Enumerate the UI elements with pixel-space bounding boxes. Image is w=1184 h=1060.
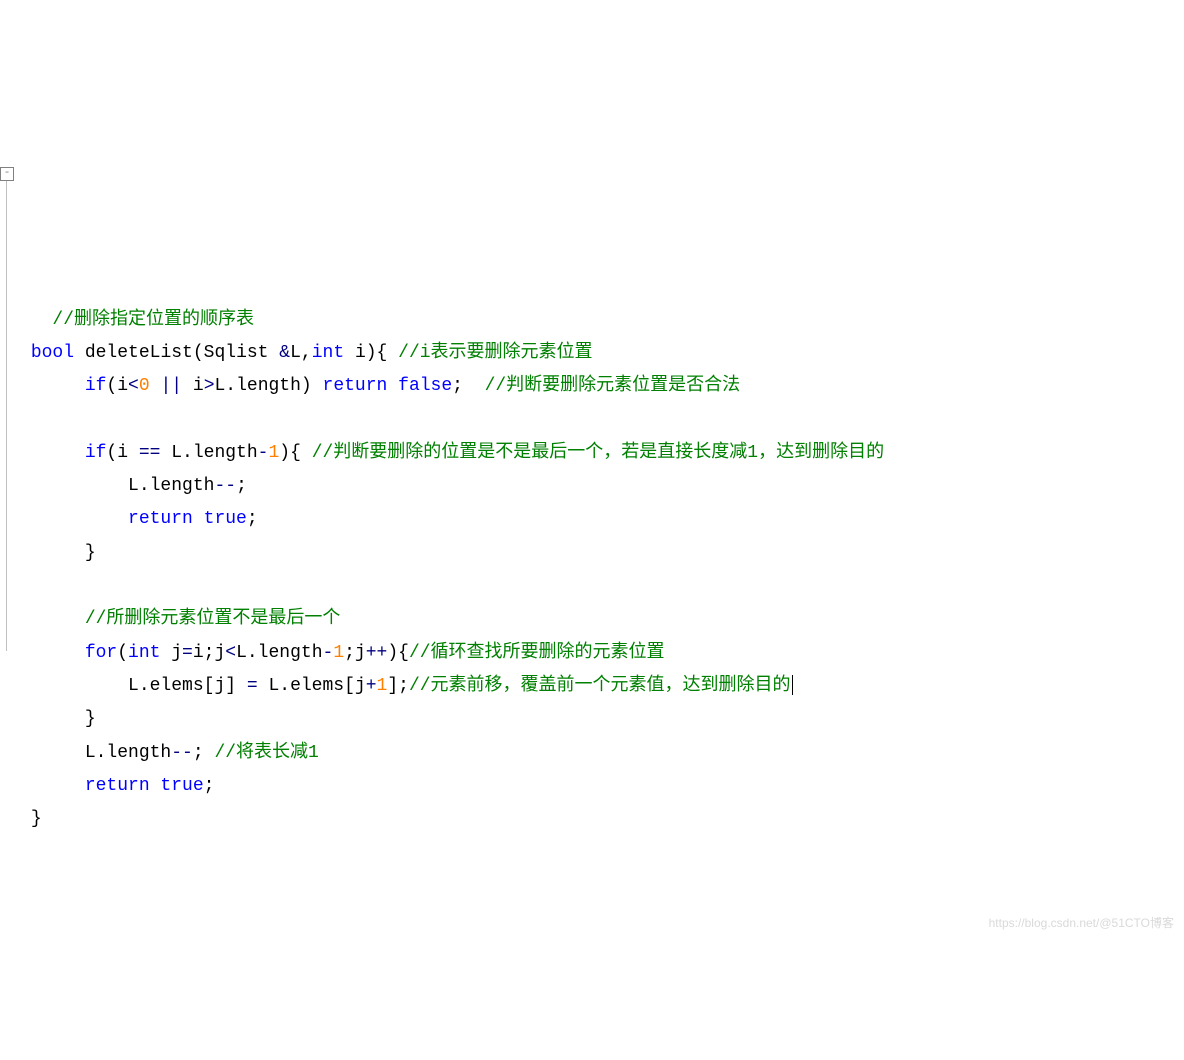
comment: //i表示要删除元素位置 [398, 343, 592, 363]
keyword-return: return [128, 509, 193, 529]
comment: //删除指定位置的顺序表 [52, 310, 254, 330]
keyword-if: if [85, 376, 107, 396]
comment: //将表长减1 [214, 743, 318, 763]
function-name: deleteList [74, 343, 193, 363]
comment: //判断要删除的位置是不是最后一个，若是直接长度减1，达到删除目的 [312, 443, 884, 463]
keyword-return: return [85, 776, 150, 796]
code-content: //删除指定位置的顺序表 bool deleteList(Sqlist &L,i… [20, 304, 1184, 837]
keyword-if: if [85, 443, 107, 463]
text-cursor [792, 675, 793, 695]
keyword-return: return [323, 376, 388, 396]
fold-toggle-icon[interactable]: - [0, 167, 14, 181]
comment: //判断要删除元素位置是否合法 [485, 376, 741, 396]
keyword-for: for [85, 643, 117, 663]
comment: //元素前移，覆盖前一个元素值，达到删除目的 [409, 676, 791, 696]
watermark-text: https://blog.csdn.net/@51CTO博客 [989, 912, 1174, 934]
fold-guide-line [6, 181, 7, 651]
code-editor-view: - //删除指定位置的顺序表 bool deleteList(Sqlist &L… [0, 133, 1184, 940]
keyword-bool: bool [31, 343, 74, 363]
comment: //所删除元素位置不是最后一个 [85, 609, 341, 629]
comment: //循环查找所要删除的元素位置 [409, 643, 665, 663]
